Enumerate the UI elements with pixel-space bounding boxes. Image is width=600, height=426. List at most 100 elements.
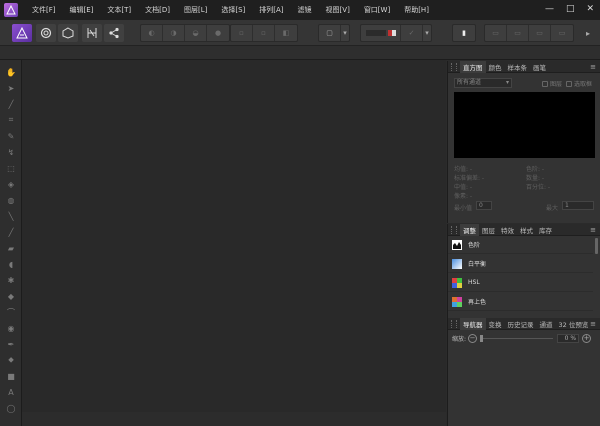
channel-select[interactable]: 所有通道 ▾ [454,78,512,88]
arrange-icon-4[interactable]: ▭ [551,25,573,41]
panel-grip-icon[interactable] [451,319,457,328]
auto-levels-icon[interactable]: ◐ [141,25,163,41]
deselect-icon[interactable]: ▫ [253,25,275,41]
panel-menu-icon[interactable]: ≡ [590,320,596,328]
zoom-tool-icon[interactable]: ◯ [5,402,17,414]
zoom-slider-knob[interactable] [480,334,484,342]
rectangle-tool-icon[interactable]: ■ [5,370,17,382]
status-bar [22,412,446,426]
color-picker-tool-icon[interactable]: ╱ [5,98,17,110]
export-persona-button[interactable] [104,24,124,42]
invert-selection-icon[interactable]: ◧ [275,25,297,41]
snapping-options-icon[interactable]: ✓ [401,25,423,41]
selection-brush-tool-icon[interactable]: ✎ [5,130,17,142]
tab-navigator[interactable]: 导航器 [460,317,486,330]
menu-window[interactable]: 窗口[W] [364,5,390,15]
dodge-brush-tool-icon[interactable]: ◖ [5,258,17,270]
tab-color[interactable]: 颜色 [486,61,505,73]
menu-view[interactable]: 视图[V] [326,5,350,15]
zoom-value-field[interactable]: 0 % [557,333,580,343]
min-value-field[interactable]: 0 [476,201,492,210]
arrange-icon-1[interactable]: ▭ [485,25,507,41]
tab-brushes[interactable]: 画笔 [530,61,549,73]
layer-checkbox[interactable]: 图层 [542,79,562,88]
assistant-icon[interactable]: ▮ [453,25,475,41]
tab-stock[interactable]: 库存 [536,224,555,236]
selection-checkbox[interactable]: 选取框 [566,79,592,88]
view-tool-icon[interactable]: ✋ [5,66,17,78]
adjustment-tabbar: 调整 图层 特效 样式 库存 ≡ [448,223,600,236]
maximize-button[interactable]: □ [566,4,575,14]
menu-layer[interactable]: 图层[L] [184,5,207,15]
zoom-in-icon[interactable]: + [582,333,592,343]
tab-swatches[interactable]: 样本条 [505,61,531,73]
panel-menu-icon[interactable]: ≡ [590,63,596,71]
adjustment-hsl[interactable]: HSL [448,274,593,292]
select-all-icon[interactable]: ▫ [231,25,253,41]
red-eye-tool-icon[interactable]: ◉ [5,322,17,334]
flood-select-tool-icon[interactable]: ↯ [5,146,17,158]
tab-effects[interactable]: 特效 [498,224,517,236]
move-tool-icon[interactable]: ➤ [5,82,17,94]
tab-adjustment[interactable]: 调整 [460,223,479,236]
paint-brush-tool-icon[interactable]: ╲ [5,210,17,222]
close-button[interactable]: ✕ [586,4,594,14]
menu-file[interactable]: 文件[F] [32,5,56,15]
tone-mapping-persona-button[interactable] [82,24,102,42]
flood-fill-tool-icon[interactable]: ◈ [5,178,17,190]
tab-transform[interactable]: 变换 [486,318,505,330]
pen-tool-icon[interactable]: ✒ [5,338,17,350]
arrange-icon-2[interactable]: ▭ [507,25,529,41]
tab-styles[interactable]: 样式 [517,224,536,236]
menu-arrange[interactable]: 排列[A] [259,5,283,15]
auto-white-balance-icon[interactable]: ● [207,25,229,41]
max-value-field[interactable]: 1 [562,201,594,210]
adjustment-white-balance[interactable]: 白平衡 [448,255,593,273]
tab-32bit-preview[interactable]: 32 位预览 [556,318,592,330]
auto-colors-icon[interactable]: ◒ [185,25,207,41]
document-canvas[interactable] [22,60,446,412]
adjustment-scrollbar[interactable] [595,238,598,254]
chevron-down-icon[interactable]: ▾ [423,25,431,41]
crop-tool-icon[interactable]: ⌗ [5,114,17,126]
blur-brush-tool-icon[interactable]: ◆ [5,290,17,302]
adjustment-recolor[interactable]: 再上色 [448,293,593,311]
menu-document[interactable]: 文档[D] [145,5,170,15]
snapping-toggle[interactable] [361,25,401,41]
text-tool-icon[interactable]: A [5,386,17,398]
panel-menu-icon[interactable]: ≡ [590,226,596,234]
tab-histogram[interactable]: 直方图 [460,60,486,73]
tab-channels[interactable]: 通道 [537,318,556,330]
pixel-tool-icon[interactable]: ╱ [5,226,17,238]
minimize-button[interactable]: — [545,4,554,14]
zoom-out-icon[interactable]: − [468,333,478,343]
inpainting-tool-icon[interactable]: ⌒ [5,306,17,318]
erase-brush-tool-icon[interactable]: ▰ [5,242,17,254]
menu-filters[interactable]: 滤镜 [298,5,312,15]
tab-history[interactable]: 历史记录 [505,318,537,330]
menu-text[interactable]: 文本[T] [107,5,131,15]
clone-brush-tool-icon[interactable]: ✱ [5,274,17,286]
adjustment-levels[interactable]: 色阶 [448,236,593,254]
chevron-down-icon[interactable]: ▾ [341,25,349,41]
photo-persona-button[interactable] [12,24,32,42]
liquify-persona-button[interactable] [36,24,56,42]
develop-persona-button[interactable] [58,24,78,42]
menu-edit[interactable]: 编辑[E] [70,5,94,15]
arrange-icon-3[interactable]: ▭ [529,25,551,41]
tab-layers[interactable]: 图层 [479,224,498,236]
auto-contrast-icon[interactable]: ◑ [163,25,185,41]
stat-levels: 色阶: - [526,166,545,173]
stat-count: 数量: - [526,175,545,182]
menu-help[interactable]: 帮助[H] [404,5,429,15]
menu-select[interactable]: 选择[S] [221,5,245,15]
panel-grip-icon[interactable] [451,225,457,234]
toolbar: ◐ ◑ ◒ ● ▫ ▫ ◧ ▢ ▾ ✓ ▾ ▮ ▭ ▭ ▭ ▭ ▸ [0,20,600,46]
mode-icon[interactable]: ▢ [319,25,341,41]
node-tool-icon[interactable]: ⬥ [5,354,17,366]
gradient-tool-icon[interactable]: ◍ [5,194,17,206]
zoom-slider[interactable] [480,334,554,342]
marquee-tool-icon[interactable]: ⬚ [5,162,17,174]
panel-grip-icon[interactable] [451,62,457,71]
toolbar-overflow-icon[interactable]: ▸ [586,24,590,42]
